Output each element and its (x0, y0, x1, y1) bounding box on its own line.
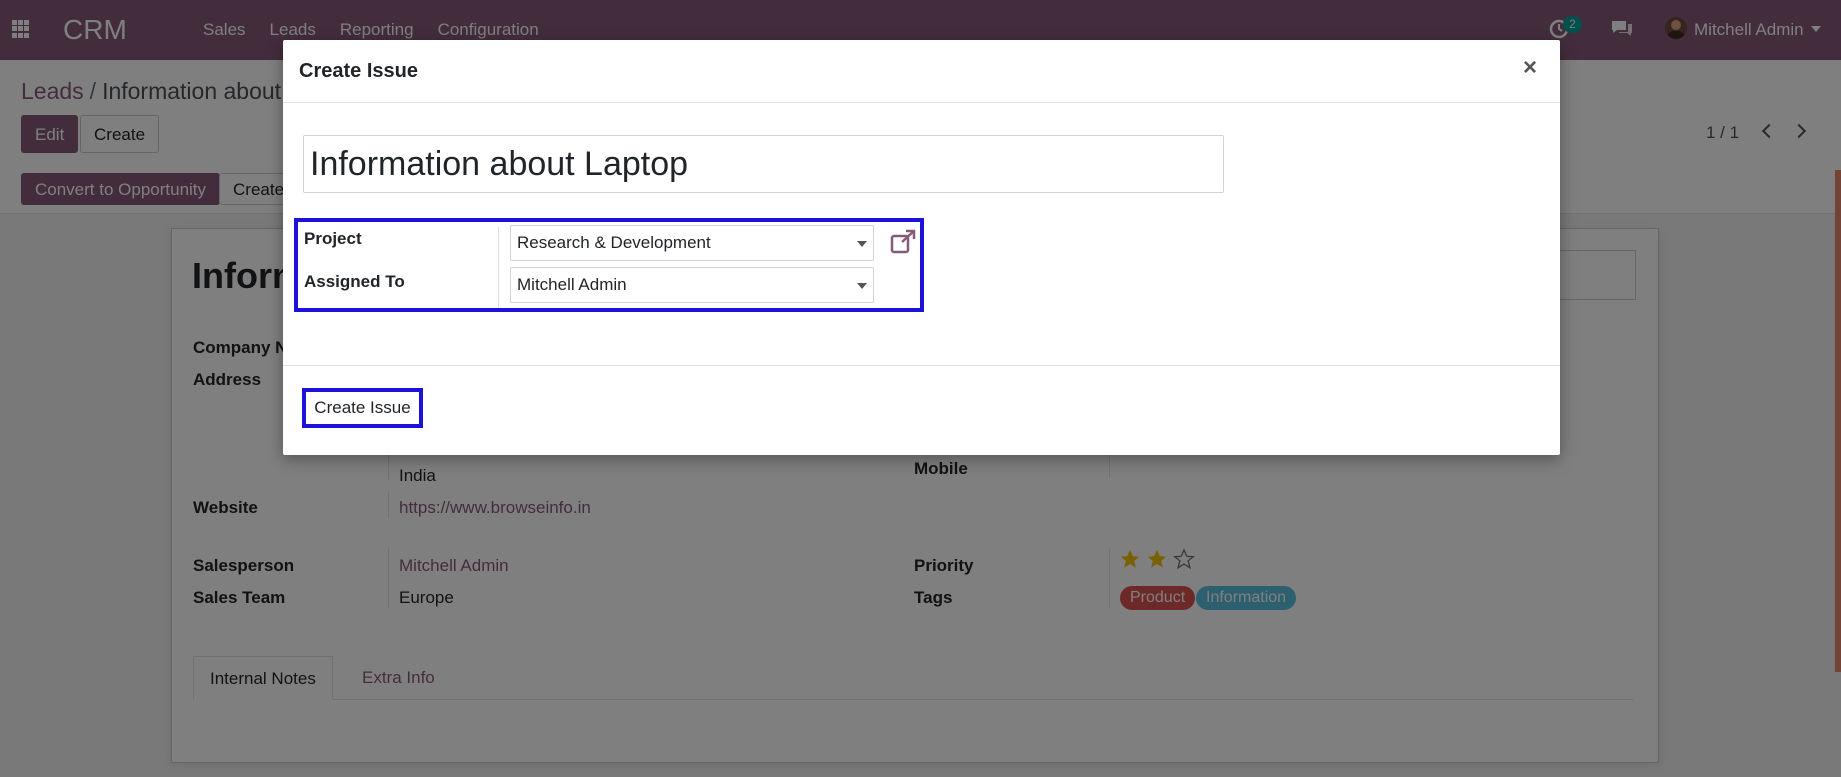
caret-down-icon[interactable] (857, 241, 867, 247)
modal-header-divider (283, 102, 1560, 103)
external-link-icon[interactable] (889, 229, 917, 255)
create-issue-dialog: Create Issue × Project Assigned To Resea… (283, 40, 1560, 455)
close-icon[interactable]: × (1523, 54, 1537, 82)
project-select-value: Research & Development (517, 233, 711, 252)
modal-title: Create Issue (299, 60, 418, 82)
caret-down-icon[interactable] (857, 283, 867, 289)
assigned-to-select[interactable]: Mitchell Admin (510, 267, 874, 303)
create-issue-button[interactable]: Create Issue (302, 388, 423, 428)
modal-footer-divider (283, 365, 1560, 366)
project-label: Project (304, 229, 362, 248)
project-select[interactable]: Research & Development (510, 225, 874, 261)
issue-name-input[interactable] (303, 135, 1224, 193)
assigned-to-select-value: Mitchell Admin (517, 275, 627, 294)
assigned-to-label: Assigned To (304, 272, 405, 291)
divider (498, 227, 499, 307)
